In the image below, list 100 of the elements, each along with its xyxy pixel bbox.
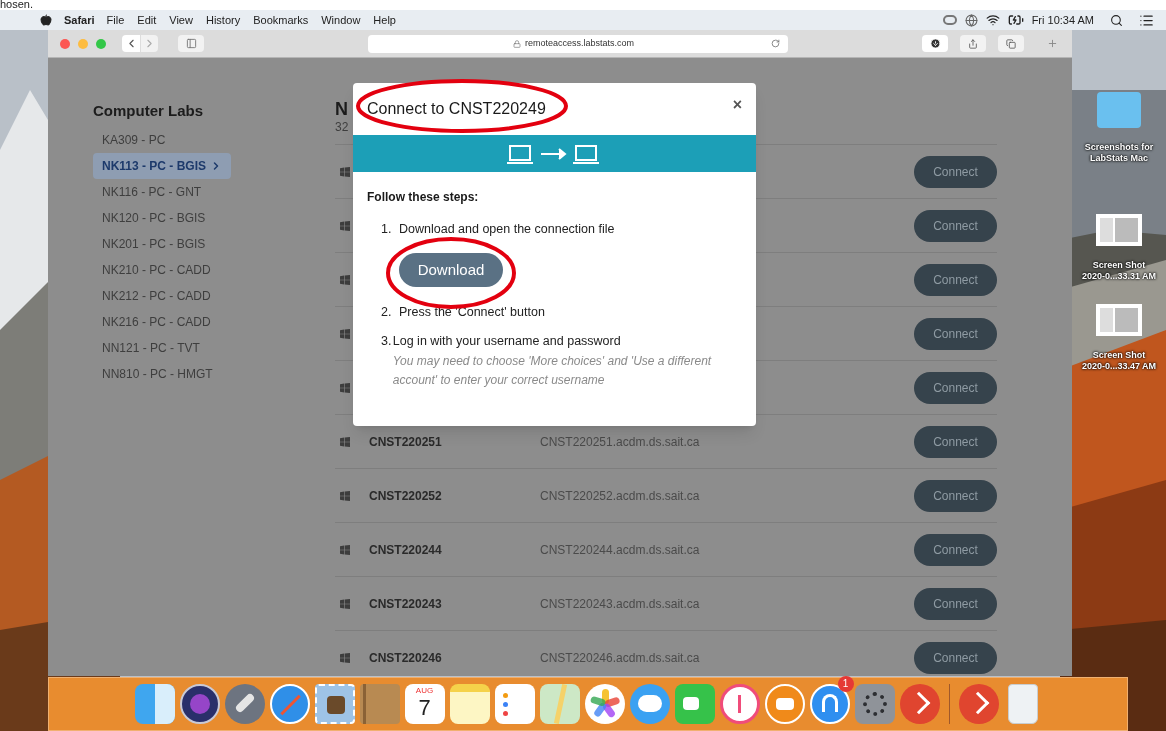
url-text: remoteaccess.labstats.com <box>524 36 634 50</box>
windows-icon <box>340 652 350 663</box>
menu-item[interactable]: Edit <box>137 11 157 29</box>
steps-intro: Follow these steps: <box>367 189 480 206</box>
connect-button[interactable]: Connect <box>914 587 997 620</box>
back-button[interactable] <box>122 35 140 52</box>
tabs-button[interactable] <box>998 35 1024 52</box>
share-button[interactable] <box>960 35 986 52</box>
menu-icon[interactable] <box>1139 12 1154 28</box>
page-heading: N <box>335 98 348 120</box>
calendar-icon[interactable]: AUG 7 <box>404 684 445 724</box>
windows-icon <box>340 544 350 555</box>
menu-item[interactable]: History <box>205 11 241 29</box>
speech-bubble-icon[interactable] <box>629 684 670 724</box>
host-name: CNST220246.acdm.ds.sait.ca <box>540 649 701 667</box>
computer-name: CNST220252 <box>369 487 443 505</box>
calendar-day: 7 <box>418 696 431 720</box>
plus-icon <box>1046 38 1058 49</box>
screenshot-thumbnail[interactable] <box>1096 304 1142 336</box>
step-number: 3. <box>381 332 393 350</box>
sidebar-icon <box>185 38 197 49</box>
sidebar-button[interactable] <box>178 35 204 52</box>
menu-clock[interactable]: Fri 10:34 AM <box>1031 11 1094 29</box>
gear-icon[interactable] <box>854 684 895 724</box>
tabs-icon <box>1006 38 1016 49</box>
desktop-icon-label: 2020-0...33.47 AM <box>1081 361 1157 372</box>
sidebar-item[interactable]: NN121 - PC - TVT <box>93 334 209 361</box>
trash-icon[interactable] <box>1007 684 1038 724</box>
host-name: CNST220252.acdm.ds.sait.ca <box>540 487 701 505</box>
sidebar-item[interactable]: NK216 - PC - CADD <box>93 308 220 335</box>
windows-icon <box>340 490 350 501</box>
step-note: You may need to choose 'More choices' and 'Use a different account' to enter your correct username <box>392 353 713 390</box>
download-icon <box>929 38 941 49</box>
close-window-icon[interactable] <box>60 38 70 49</box>
windows-icon <box>340 274 350 285</box>
close-button[interactable]: × <box>732 97 742 113</box>
sidebar-item[interactable]: NK113 - PC - BGIS <box>93 152 232 179</box>
map-icon[interactable] <box>539 684 580 724</box>
computer-name: CNST220251 <box>369 433 443 451</box>
windows-icon <box>340 382 350 393</box>
host-name: CNST220251.acdm.ds.sait.ca <box>540 433 701 451</box>
menu-item[interactable]: View <box>169 11 193 29</box>
screenshot-thumbnail[interactable] <box>1096 214 1142 246</box>
notepad-icon[interactable] <box>449 684 490 724</box>
globe-icon[interactable] <box>964 13 978 27</box>
search-icon[interactable] <box>1110 13 1123 27</box>
host-name: CNST220244.acdm.ds.sait.ca <box>540 541 701 559</box>
battery-icon[interactable] <box>1007 12 1024 28</box>
connect-button[interactable]: Connect <box>914 263 997 296</box>
video-camera-icon[interactable] <box>674 684 715 724</box>
desktop-icon-label: Screenshots for LabStats Mac <box>1083 142 1155 164</box>
compass-icon[interactable] <box>269 684 310 724</box>
download-button[interactable]: Download <box>399 252 503 287</box>
flower-icon[interactable] <box>584 684 625 724</box>
menu-item[interactable]: Bookmarks <box>253 11 309 29</box>
windows-icon <box>340 166 350 177</box>
menu-item[interactable]: Window <box>321 11 361 29</box>
document-text: hosen. <box>0 0 34 10</box>
wifi-icon[interactable] <box>985 13 1000 27</box>
zoom-window-icon[interactable] <box>96 38 106 49</box>
sidebar-item[interactable]: KA309 - PC <box>93 126 175 153</box>
connect-button[interactable]: Connect <box>914 209 997 242</box>
connect-button[interactable]: Connect <box>914 479 997 512</box>
windows-icon <box>340 220 350 231</box>
sidebar-title: Computer Labs <box>93 101 204 121</box>
computer-name: CNST220244 <box>369 541 443 559</box>
sidebar-item[interactable]: NK120 - PC - BGIS <box>93 204 215 231</box>
rocket-icon[interactable] <box>224 684 265 724</box>
computer-name: CNST220246 <box>369 649 443 667</box>
step-text: Download and open the connection file <box>399 221 615 238</box>
stamp-icon[interactable] <box>314 684 355 724</box>
lock-icon <box>512 39 521 48</box>
sidebar-item[interactable]: NK201 - PC - BGIS <box>93 230 215 257</box>
menu-item[interactable]: File <box>106 11 125 29</box>
computer-name: CNST220243 <box>369 595 443 613</box>
connect-button[interactable]: Connect <box>914 371 997 404</box>
menu-item[interactable]: Safari <box>64 11 95 29</box>
sidebar-item[interactable]: NK116 - PC - GNT <box>93 178 211 205</box>
windows-icon <box>340 436 350 447</box>
reload-icon[interactable] <box>771 39 780 48</box>
windows-icon <box>340 328 350 339</box>
windows-icon <box>340 598 350 609</box>
downloads-button[interactable] <box>922 35 948 52</box>
connect-button[interactable]: Connect <box>914 641 997 674</box>
sidebar-item[interactable]: NK212 - PC - CADD <box>93 282 220 309</box>
sidebar-item[interactable]: NN810 - PC - HMGT <box>93 360 222 387</box>
connect-button[interactable]: Connect <box>914 533 997 566</box>
apple-icon[interactable] <box>40 14 52 26</box>
computer-count: 32 <box>335 120 349 134</box>
connect-button[interactable]: Connect <box>914 317 997 350</box>
checklist-icon[interactable] <box>494 684 535 724</box>
step-number: 2. <box>381 303 393 321</box>
connect-button[interactable]: Connect <box>914 425 997 458</box>
desktop-icon-label: Screen Shot <box>1092 260 1146 271</box>
host-name: CNST220243.acdm.ds.sait.ca <box>540 595 701 613</box>
connect-button[interactable]: Connect <box>914 155 997 188</box>
address-field[interactable]: remoteaccess.labstats.com <box>368 34 788 53</box>
menu-item[interactable]: Help <box>373 11 396 29</box>
share-icon <box>968 38 978 49</box>
sidebar-item[interactable]: NK210 - PC - CADD <box>93 256 220 283</box>
